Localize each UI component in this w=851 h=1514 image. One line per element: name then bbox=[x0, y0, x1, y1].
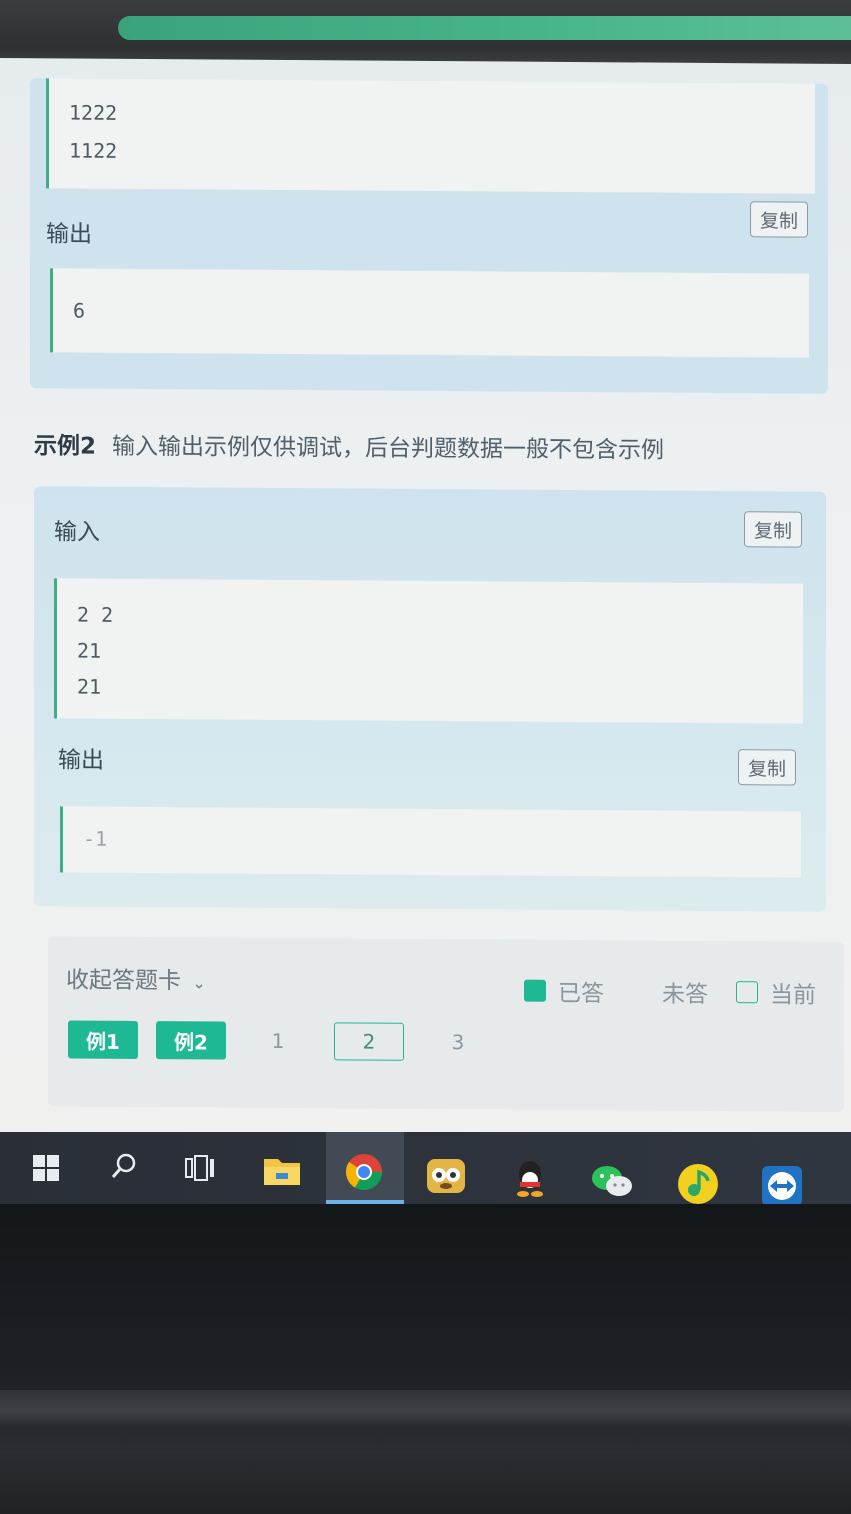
example1-input-line: 1122 bbox=[69, 138, 118, 163]
chrome-icon[interactable] bbox=[342, 1150, 386, 1194]
qq-icon[interactable] bbox=[508, 1156, 552, 1200]
browser-progress-strip bbox=[118, 16, 851, 40]
example2-output-line: -1 bbox=[83, 826, 108, 851]
question-example2[interactable]: 例2 bbox=[156, 1021, 226, 1060]
current-swatch-icon bbox=[736, 981, 758, 1004]
legend-unanswered: 未答 bbox=[662, 975, 708, 1009]
example1-input-block: 1222 1122 bbox=[46, 78, 815, 194]
example2-title-note: 输入输出示例仅供调试，后台判题数据一般不包含示例 bbox=[112, 433, 665, 464]
qq-music-icon[interactable] bbox=[676, 1162, 720, 1206]
answer-card: 收起答题卡 ⌄ 已答 未答 当前 例1 例2 1 2 3 bbox=[48, 936, 844, 1112]
answered-swatch-icon bbox=[524, 979, 546, 1002]
example2-input-line: 21 bbox=[77, 638, 102, 663]
example2-input-block: 2 2 21 21 bbox=[54, 578, 803, 724]
example2-output-label: 输出 bbox=[58, 747, 104, 774]
laptop-hinge bbox=[0, 1390, 851, 1430]
collapse-answer-card-button[interactable]: 收起答题卡 ⌄ bbox=[66, 960, 206, 995]
example2-input-line: 21 bbox=[77, 674, 102, 699]
file-explorer-icon[interactable] bbox=[260, 1148, 304, 1192]
legend-unanswered-label: 未答 bbox=[662, 981, 708, 1008]
example2-title: 示例2 输入输出示例仅供调试，后台判题数据一般不包含示例 bbox=[34, 426, 664, 464]
example2-input-label: 输入 bbox=[54, 519, 100, 546]
task-view-icon[interactable] bbox=[178, 1146, 222, 1190]
legend-answered: 已答 bbox=[524, 974, 604, 1009]
legend-current: 当前 bbox=[736, 975, 816, 1010]
legend-answered-label: 已答 bbox=[558, 980, 604, 1008]
example2-input-line: 2 2 bbox=[77, 602, 114, 627]
raccoon-app-icon[interactable] bbox=[424, 1154, 468, 1198]
legend-current-label: 当前 bbox=[770, 982, 816, 1009]
example2-card: 输入 复制 2 2 21 21 输出 复制 -1 bbox=[34, 486, 826, 912]
question-example1[interactable]: 例1 bbox=[68, 1020, 138, 1059]
question-3[interactable]: 3 bbox=[428, 1023, 488, 1061]
search-icon[interactable] bbox=[102, 1144, 146, 1188]
windows-start-icon[interactable] bbox=[24, 1146, 68, 1190]
example1-card: 1222 1122 输出 复制 6 bbox=[30, 78, 828, 394]
chevron-down-icon: ⌄ bbox=[192, 973, 206, 993]
example1-output-line: 6 bbox=[73, 298, 86, 323]
example1-output-label: 输出 bbox=[46, 221, 92, 248]
problem-page: 1222 1122 输出 复制 6 示例2 输入输出示例仅供调试，后台判题数据一般… bbox=[0, 58, 851, 1144]
example1-output-copy-button[interactable]: 复制 bbox=[750, 201, 808, 238]
example1-output-block: 6 bbox=[50, 268, 809, 358]
collapse-answer-card-label: 收起答题卡 bbox=[66, 967, 181, 995]
wechat-icon[interactable] bbox=[590, 1160, 634, 1204]
example2-output-block: -1 bbox=[60, 806, 801, 878]
example1-input-line: 1222 bbox=[69, 100, 118, 125]
question-1[interactable]: 1 bbox=[248, 1022, 308, 1060]
monitor-bezel-bottom bbox=[0, 1204, 851, 1514]
example2-title-prefix: 示例2 bbox=[34, 433, 97, 460]
teamviewer-icon[interactable] bbox=[760, 1164, 804, 1208]
example2-output-copy-button[interactable]: 复制 bbox=[738, 749, 796, 786]
example2-input-copy-button[interactable]: 复制 bbox=[744, 511, 802, 548]
question-2-current[interactable]: 2 bbox=[334, 1022, 404, 1061]
